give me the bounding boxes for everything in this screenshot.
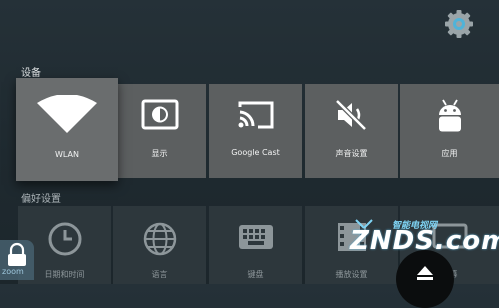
lock-icon xyxy=(8,242,26,266)
tile-google-cast[interactable]: Google Cast xyxy=(209,84,302,178)
devices-section-title: 设备 xyxy=(21,68,41,79)
cast-icon xyxy=(209,98,302,132)
eject-button[interactable] xyxy=(396,250,454,308)
tile-sound-label: 声音设置 xyxy=(335,149,368,158)
tile-keyboard[interactable]: 键盘 xyxy=(209,206,302,284)
tile-playback-label: 播放设置 xyxy=(335,270,368,279)
tile-wlan[interactable]: WLAN xyxy=(16,78,118,181)
zoom-label: zoom xyxy=(2,267,24,276)
globe-icon xyxy=(113,220,206,258)
sound-muted-icon xyxy=(305,98,398,132)
settings-gear-icon[interactable] xyxy=(444,9,474,39)
display-brightness-icon xyxy=(113,98,206,132)
tile-display[interactable]: 显示 xyxy=(113,84,206,178)
tile-apps[interactable]: 应用 xyxy=(400,84,499,178)
wifi-icon xyxy=(16,95,118,135)
tile-google-cast-label: Google Cast xyxy=(231,148,280,157)
tile-sound[interactable]: 声音设置 xyxy=(305,84,398,178)
tile-wlan-label: WLAN xyxy=(54,150,79,159)
tile-language[interactable]: 语言 xyxy=(113,206,206,284)
tile-display-label: 显示 xyxy=(151,149,168,158)
preferences-section-title: 偏好设置 xyxy=(21,194,61,205)
keyboard-icon xyxy=(209,220,302,254)
android-icon xyxy=(400,98,499,134)
tile-apps-label: 应用 xyxy=(441,149,458,158)
tile-language-label: 语言 xyxy=(151,270,168,279)
eject-icon xyxy=(417,266,433,280)
tile-keyboard-label: 键盘 xyxy=(247,270,264,279)
